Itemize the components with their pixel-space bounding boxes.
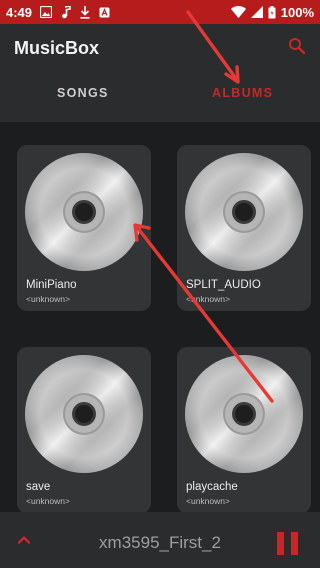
wifi-icon (230, 6, 246, 18)
tab-albums[interactable]: ALBUMS (212, 86, 273, 100)
album-card-minipiano[interactable]: MiniPiano <unknown> (17, 145, 151, 311)
album-artist: <unknown> (26, 294, 70, 304)
album-card-split-audio[interactable]: SPLIT_AUDIO <unknown> (177, 145, 311, 311)
search-icon[interactable] (288, 37, 306, 55)
signal-icon (250, 6, 263, 18)
music-note-icon (62, 5, 71, 18)
battery-percentage: 100% (280, 4, 314, 20)
compact-disc-icon (25, 355, 143, 473)
album-artist: <unknown> (186, 294, 230, 304)
app-title: MusicBox (14, 38, 100, 58)
gallery-icon (40, 6, 53, 18)
now-playing-title[interactable]: xm3595_First_2 (0, 533, 320, 553)
compact-disc-icon (25, 153, 143, 271)
mini-player[interactable]: xm3595_First_2 (0, 512, 320, 568)
compact-disc-icon (185, 153, 303, 271)
album-title: MiniPiano (26, 279, 77, 291)
status-notification-icons (40, 5, 110, 19)
album-card-playcache[interactable]: playcache <unknown> (177, 347, 311, 513)
pause-icon[interactable] (277, 532, 299, 555)
album-title: SPLIT_AUDIO (186, 279, 261, 291)
tab-songs[interactable]: SONGS (57, 86, 109, 100)
compact-disc-icon (185, 355, 303, 473)
album-title: playcache (186, 481, 238, 493)
status-time: 4:49 (6, 4, 33, 20)
album-card-save[interactable]: save <unknown> (17, 347, 151, 513)
battery-icon (268, 5, 276, 18)
album-artist: <unknown> (26, 496, 70, 506)
status-bar: 4:49 100% (0, 0, 320, 24)
download-icon (80, 5, 90, 19)
app-header: MusicBox SONGS ALBUMS (0, 24, 320, 122)
album-title: save (26, 481, 51, 493)
app-notification-icon (99, 7, 110, 17)
status-system-icons: 100% (230, 4, 314, 20)
album-artist: <unknown> (186, 496, 230, 506)
